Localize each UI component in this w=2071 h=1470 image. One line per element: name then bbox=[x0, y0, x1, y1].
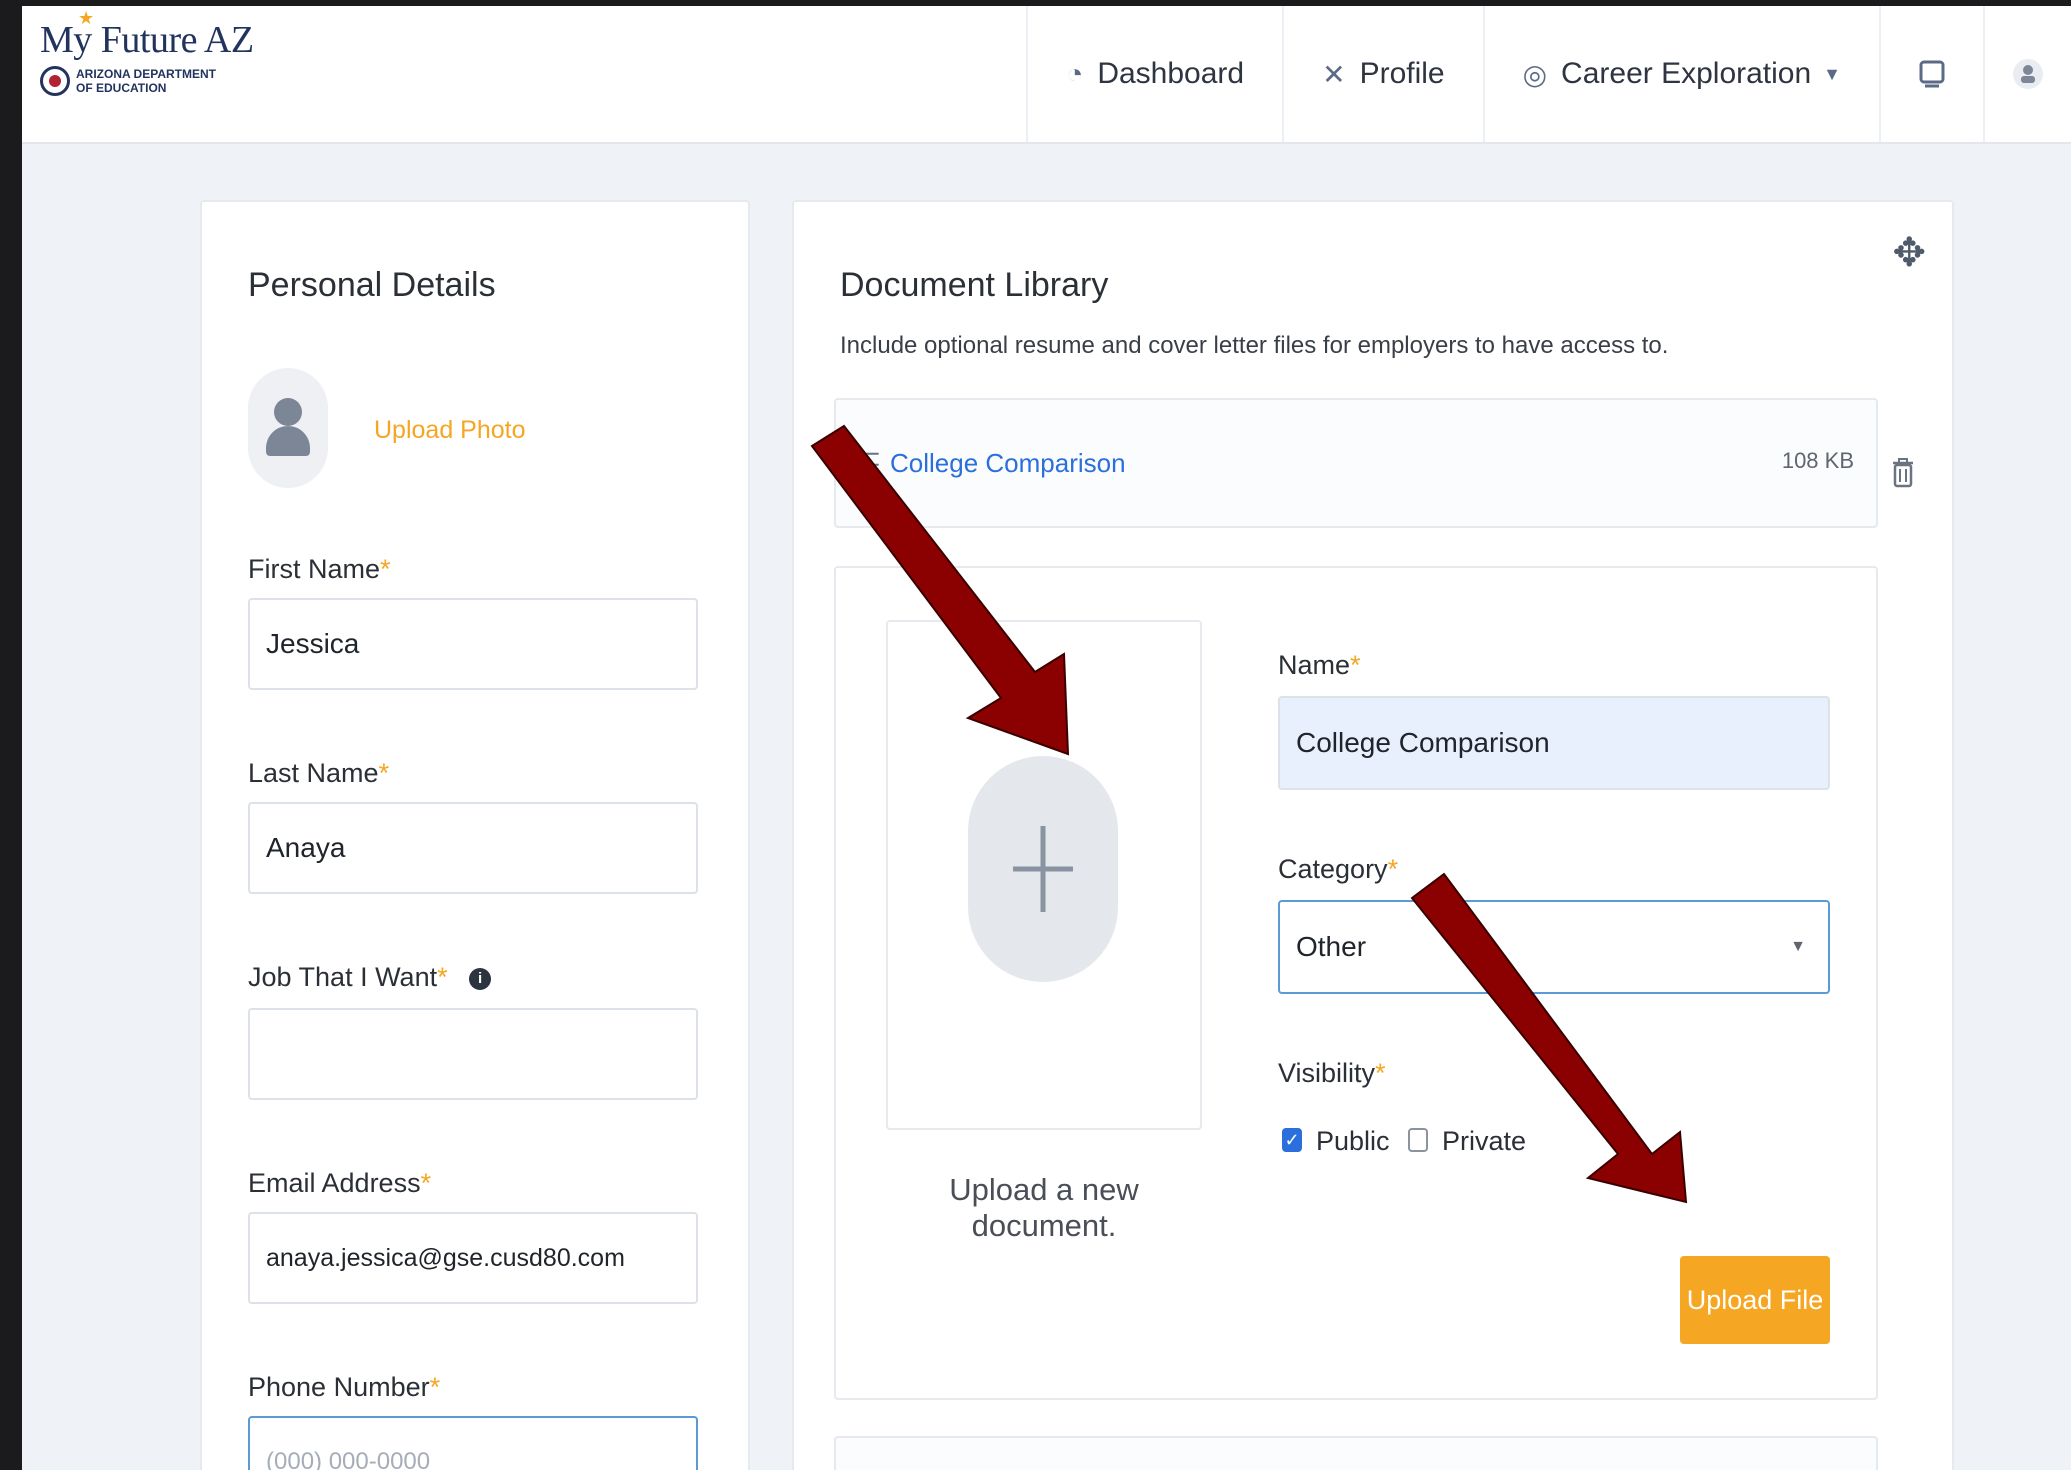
nav-profile-label: Profile bbox=[1359, 57, 1445, 90]
email-label-text: Email Address bbox=[248, 1168, 421, 1198]
department-seal-icon bbox=[40, 66, 70, 96]
category-select[interactable]: Other ▼ bbox=[1278, 900, 1830, 994]
last-name-field[interactable]: Anaya bbox=[248, 802, 698, 894]
public-label: Public bbox=[1316, 1126, 1390, 1156]
department-name: ARIZONA DEPARTMENT OF EDUCATION bbox=[76, 67, 216, 95]
chevron-down-icon: ▼ bbox=[1790, 938, 1806, 955]
document-list-item-partial bbox=[834, 1436, 1878, 1470]
phone-field[interactable]: (000) 000-0000 bbox=[248, 1416, 698, 1470]
move-icon[interactable]: ✥ bbox=[1892, 230, 1926, 276]
first-name-label-text: First Name bbox=[248, 554, 381, 584]
trash-icon[interactable] bbox=[1892, 458, 1914, 488]
app-window: ★ My Future AZ ARIZONA DEPARTMENT OF EDU… bbox=[22, 6, 2071, 1470]
nav-account[interactable] bbox=[1983, 6, 2071, 142]
document-list-item: ⊂ College Comparison 108 KB bbox=[834, 398, 1878, 528]
visibility-label-text: Visibility bbox=[1278, 1058, 1376, 1088]
avatar[interactable] bbox=[248, 368, 328, 488]
plus-icon bbox=[1013, 826, 1073, 912]
avatar-body bbox=[266, 426, 310, 456]
document-library-card: ✥ Document Library Include optional resu… bbox=[792, 200, 1954, 1470]
upload-new-document-text: Upload a new document. bbox=[949, 1172, 1139, 1243]
job-label: Job That I Want* i bbox=[248, 962, 492, 993]
compass-icon: ◎ bbox=[1522, 58, 1548, 90]
dashboard-icon: ◔ bbox=[1066, 58, 1084, 89]
chevron-down-icon: ▼ bbox=[1823, 63, 1841, 84]
last-name-label: Last Name* bbox=[248, 758, 390, 788]
upload-document-panel: Upload a new document. Name* College Com… bbox=[834, 566, 1878, 1400]
first-name-field[interactable]: Jessica bbox=[248, 598, 698, 690]
phone-label: Phone Number* bbox=[248, 1372, 441, 1402]
my-future-az-logo[interactable]: ★ My Future AZ ARIZONA DEPARTMENT OF EDU… bbox=[40, 8, 254, 96]
avatar-head bbox=[274, 398, 302, 426]
nav-profile[interactable]: ✕ Profile bbox=[1282, 6, 1483, 142]
upload-photo-link[interactable]: Upload Photo bbox=[374, 416, 526, 445]
document-name-input[interactable]: College Comparison bbox=[1278, 696, 1830, 790]
doc-name-label: Name* bbox=[1278, 650, 1361, 680]
doc-name-label-text: Name bbox=[1278, 650, 1351, 680]
nav-dashboard-label: Dashboard bbox=[1097, 57, 1245, 90]
document-library-title: Document Library bbox=[840, 266, 1109, 304]
email-field[interactable]: anaya.jessica@gse.cusd80.com bbox=[248, 1212, 698, 1304]
paperclip-icon: ⊂ bbox=[858, 443, 882, 474]
private-checkbox[interactable] bbox=[1408, 1128, 1428, 1152]
star-icon: ★ bbox=[78, 8, 95, 28]
upload-drop-zone[interactable] bbox=[886, 620, 1202, 1130]
nav-messages[interactable] bbox=[1879, 6, 1983, 142]
logo-subtitle: ARIZONA DEPARTMENT OF EDUCATION bbox=[40, 66, 254, 96]
document-library-description: Include optional resume and cover letter… bbox=[840, 332, 1669, 359]
phone-label-text: Phone Number bbox=[248, 1372, 430, 1402]
last-name-label-text: Last Name bbox=[248, 758, 379, 788]
category-label: Category* bbox=[1278, 854, 1399, 884]
message-icon bbox=[1919, 60, 1945, 88]
job-field[interactable] bbox=[248, 1008, 698, 1100]
personal-details-title: Personal Details bbox=[248, 266, 496, 304]
public-checkbox[interactable]: ✓ bbox=[1282, 1128, 1302, 1152]
category-label-text: Category bbox=[1278, 854, 1388, 884]
upload-file-button[interactable]: Upload File bbox=[1680, 1256, 1830, 1344]
add-document-button[interactable] bbox=[968, 756, 1118, 982]
document-size: 108 KB bbox=[1781, 448, 1854, 473]
email-label: Email Address* bbox=[248, 1168, 432, 1198]
info-icon[interactable]: i bbox=[469, 967, 492, 990]
private-label: Private bbox=[1442, 1126, 1527, 1156]
nav-dashboard[interactable]: ◔ Dashboard bbox=[1026, 6, 1282, 142]
personal-details-card: Personal Details Upload Photo First Name… bbox=[200, 200, 750, 1470]
category-selected-value: Other bbox=[1296, 931, 1367, 962]
tools-icon: ✕ bbox=[1322, 58, 1346, 90]
main-nav: ◔ Dashboard ✕ Profile ◎ Career Explorati… bbox=[1026, 6, 2071, 142]
logo-title: My Future AZ bbox=[40, 19, 254, 61]
user-icon bbox=[2013, 59, 2043, 89]
nav-career-exploration[interactable]: ◎ Career Exploration ▼ bbox=[1482, 6, 1879, 142]
visibility-label: Visibility* bbox=[1278, 1058, 1386, 1088]
nav-career-exploration-label: Career Exploration bbox=[1561, 57, 1812, 90]
first-name-label: First Name* bbox=[248, 554, 391, 584]
top-navigation-bar: ★ My Future AZ ARIZONA DEPARTMENT OF EDU… bbox=[22, 6, 2071, 144]
document-link[interactable]: College Comparison bbox=[890, 448, 1126, 479]
job-label-text: Job That I Want bbox=[248, 962, 438, 992]
